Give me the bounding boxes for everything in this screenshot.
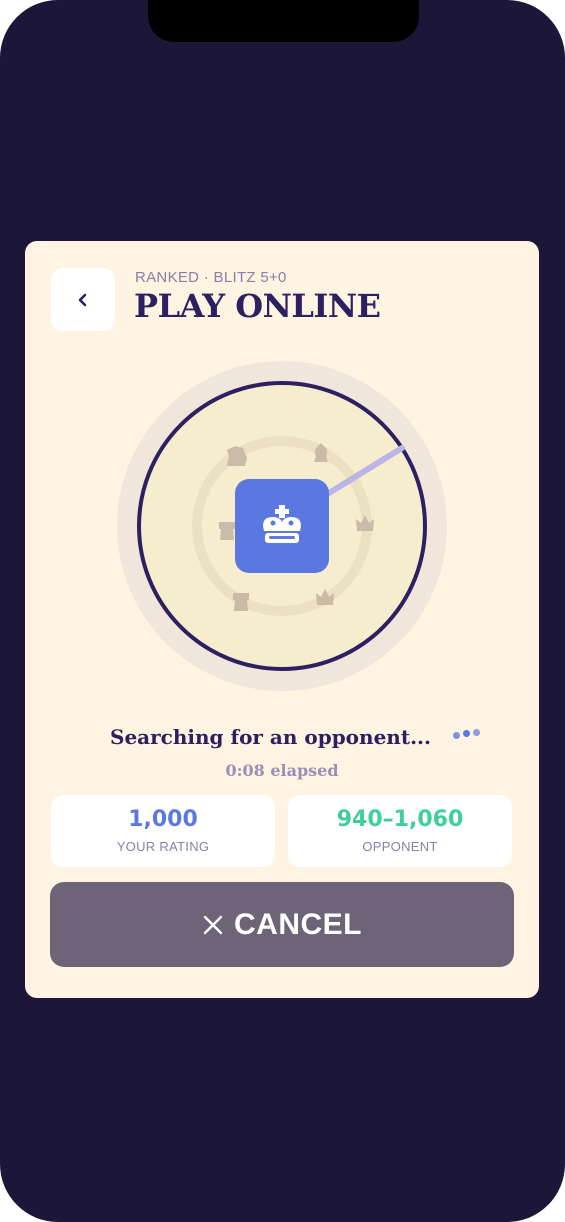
phone-frame: RANKED · BLITZ 5+0 PLAY ONLINE Searching…: [0, 0, 565, 1222]
opponent-range-label: OPPONENT: [362, 839, 438, 854]
rook-icon: [233, 593, 249, 611]
close-icon: [202, 914, 224, 936]
cancel-label: CANCEL: [234, 907, 362, 941]
elapsed-time: 0:08 elapsed: [225, 761, 339, 780]
search-status-text: Searching for an opponent...: [110, 725, 431, 749]
notch: [148, 0, 419, 42]
page-title: PLAY ONLINE: [134, 287, 381, 325]
opponent-range-box: 940–1,060 OPPONENT: [288, 795, 512, 867]
your-rating-value: 1,000: [128, 807, 198, 832]
rook-icon: [219, 522, 235, 540]
search-radar: [117, 361, 447, 691]
chevron-left-icon: [76, 292, 90, 308]
your-rating-box: 1,000 YOUR RATING: [51, 795, 275, 867]
search-status: Searching for an opponent...: [25, 725, 539, 755]
match-type-subtitle: RANKED · BLITZ 5+0: [135, 269, 287, 286]
opponent-range-value: 940–1,060: [336, 807, 464, 832]
matchmaking-card: RANKED · BLITZ 5+0 PLAY ONLINE Searching…: [25, 241, 539, 998]
your-rating-label: YOUR RATING: [116, 839, 210, 854]
loading-dots-icon: [453, 729, 483, 743]
back-button[interactable]: [51, 268, 115, 331]
cancel-button[interactable]: CANCEL: [50, 882, 514, 967]
